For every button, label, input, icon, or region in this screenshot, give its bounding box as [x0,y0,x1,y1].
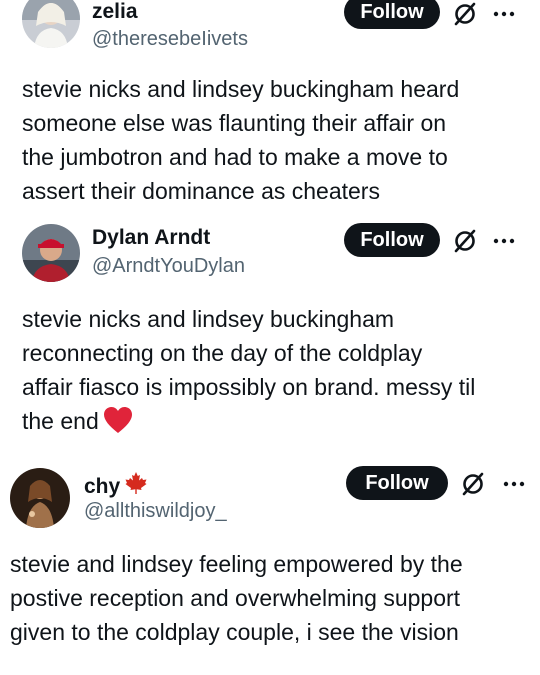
red-heart-icon [103,407,132,433]
follow-button[interactable]: Follow [344,0,440,29]
user-photo-icon [10,468,70,528]
display-name[interactable]: zelia [92,0,138,24]
post-text: stevie and lindsey feeling empowered by … [10,547,535,649]
grok-icon[interactable] [452,1,478,27]
post-text: stevie nicks and lindsey buckingham hear… [22,72,522,208]
avatar[interactable] [10,468,70,528]
display-name[interactable]: chy [84,471,148,499]
grok-icon[interactable] [460,471,486,497]
avatar[interactable] [22,224,80,282]
post-text-line: reconnecting on the day of the coldplay [22,340,423,366]
post-1: zelia @theresebeIivets Follow stevie nic… [0,0,540,210]
post-2: Dylan Arndt @ArndtYouDylan Follow stevie… [0,210,540,445]
post-text-line: the end [22,408,99,434]
follow-button[interactable]: Follow [344,223,440,257]
user-handle[interactable]: @allthiswildjoy_ [84,499,227,523]
post-text-line: assert their dominance as cheaters [22,178,380,204]
avatar[interactable] [22,0,80,48]
user-photo-icon [22,0,80,48]
post-3: chy @allthiswildjoy_ Follow stevie and l… [0,445,540,675]
more-options-icon[interactable] [492,10,516,18]
post-text-line: given to the coldplay couple, i see the … [10,619,459,645]
display-name-text[interactable]: chy [84,475,120,498]
post-text-line-with-emoji: the end [22,404,527,438]
post-text-line: stevie nicks and lindsey buckingham [22,306,395,332]
post-text-line: stevie and lindsey feeling empowered by … [10,551,463,577]
post-text: stevie nicks and lindsey buckingham reco… [22,302,527,438]
follow-button[interactable]: Follow [346,466,448,500]
user-photo-icon [22,224,80,282]
post-text-line: the jumbotron and had to make a move to [22,144,448,170]
post-text-line: stevie nicks and lindsey buckingham hear… [22,76,460,102]
display-name[interactable]: Dylan Arndt [92,226,210,250]
more-options-icon[interactable] [502,480,526,488]
post-text-line: postive reception and overwhelming suppo… [10,585,461,611]
grok-icon[interactable] [452,228,478,254]
post-text-line: someone else was flaunting their affair … [22,110,447,136]
more-options-icon[interactable] [492,237,516,245]
post-text-line: affair fiasco is impossibly on brand. me… [22,374,476,400]
user-handle[interactable]: @theresebeIivets [92,27,248,51]
maple-leaf-icon [125,472,147,494]
user-handle[interactable]: @ArndtYouDylan [92,254,245,278]
